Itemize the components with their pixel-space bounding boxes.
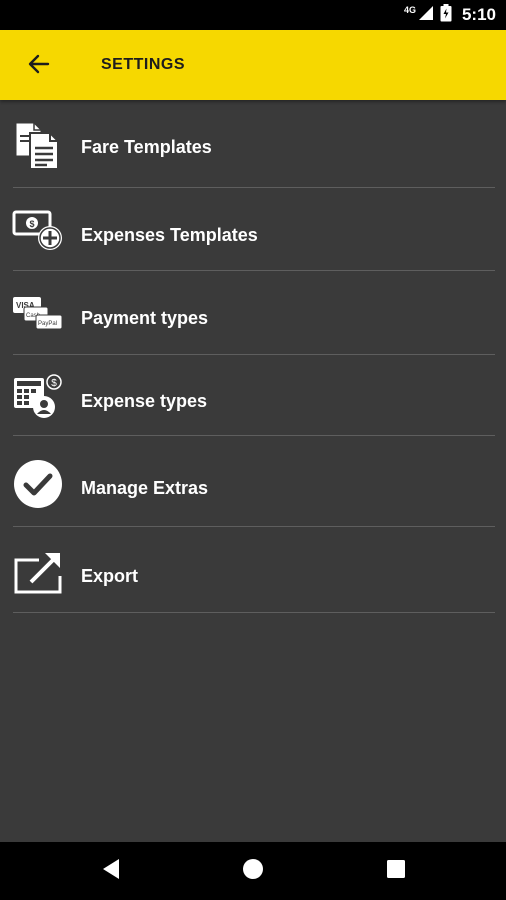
recents-nav-button[interactable] — [376, 851, 416, 891]
app-bar: SETTINGS — [0, 30, 506, 100]
calculator-dollar-icon: $ — [12, 369, 64, 421]
battery-icon — [440, 3, 452, 27]
menu-item-label: Manage Extras — [81, 478, 209, 498]
menu-item-label: Expenses Templates — [81, 225, 258, 245]
clock: 5:10 — [461, 5, 496, 24]
svg-text:$: $ — [29, 219, 34, 229]
status-bar: 4G 5:10 — [0, 0, 506, 30]
menu-item-expenses-templates[interactable]: $ Expenses Templates — [0, 188, 506, 271]
menu-item-expense-types[interactable]: $ Expense types — [0, 355, 506, 436]
payment-cards-icon: VISA Cash PayPal — [12, 287, 64, 339]
triangle-back-icon — [101, 858, 121, 885]
documents-icon — [12, 119, 64, 171]
settings-menu: Fare Templates $ Expenses Templates VISA — [0, 100, 506, 613]
network-type-label: 4G — [403, 5, 416, 15]
divider — [13, 612, 495, 613]
money-add-icon: $ — [12, 204, 64, 256]
export-icon — [12, 547, 64, 599]
menu-item-label: Export — [81, 566, 139, 586]
menu-item-manage-extras[interactable]: Manage Extras — [0, 436, 506, 527]
checkmark-circle-icon — [12, 458, 64, 510]
status-icons: 4G 5:10 — [404, 0, 496, 30]
home-nav-button[interactable] — [233, 851, 273, 891]
menu-item-fare-templates[interactable]: Fare Templates — [0, 100, 506, 188]
back-nav-button[interactable] — [91, 851, 131, 891]
menu-item-label: Expense types — [81, 391, 208, 411]
menu-item-payment-types[interactable]: VISA Cash PayPal Payment types — [0, 271, 506, 355]
menu-item-label: Fare Templates — [81, 137, 212, 157]
card-label-paypal: PayPal — [38, 321, 57, 327]
square-recents-icon — [386, 859, 406, 884]
navigation-bar — [0, 842, 506, 900]
page-title: SETTINGS — [101, 56, 186, 73]
arrow-left-icon — [27, 52, 51, 81]
signal-icon — [418, 5, 434, 26]
menu-item-label: Payment types — [81, 308, 209, 328]
back-button[interactable] — [18, 45, 60, 87]
circle-home-icon — [242, 858, 264, 885]
menu-item-export[interactable]: Export — [0, 527, 506, 613]
svg-text:$: $ — [51, 378, 57, 389]
